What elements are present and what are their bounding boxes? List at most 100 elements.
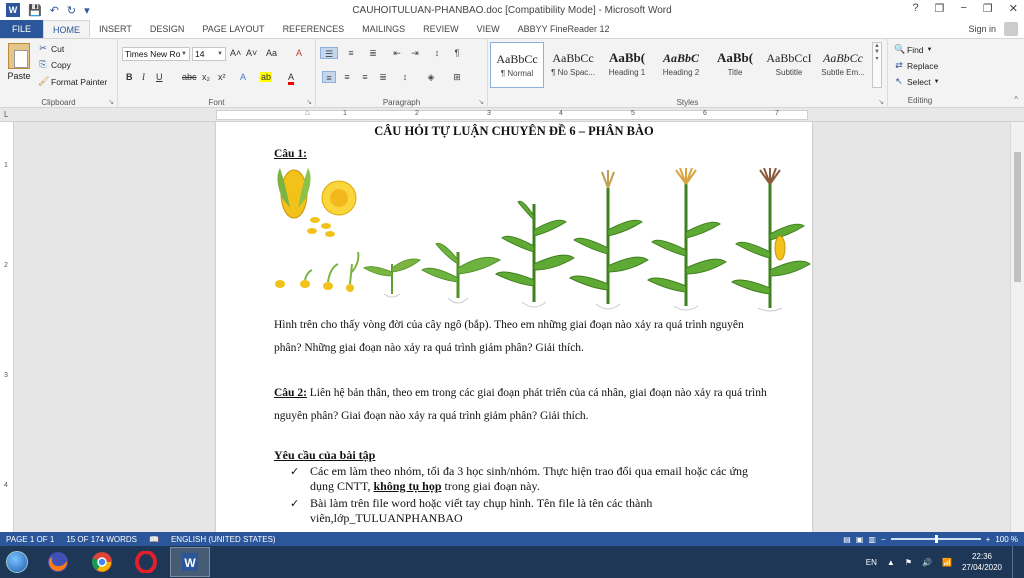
flag-icon[interactable]: ⚑ <box>905 558 912 567</box>
maximize-button[interactable]: ❐ <box>983 2 993 15</box>
clear-formatting-button[interactable]: A <box>296 48 302 58</box>
grow-font-button[interactable]: A˄ <box>230 48 241 58</box>
vertical-ruler[interactable]: 1 2 3 4 <box>0 122 14 532</box>
strikethrough-button[interactable]: abc <box>182 72 197 82</box>
tab-review[interactable]: REVIEW <box>414 20 468 38</box>
zoom-out-icon[interactable]: − <box>881 535 886 544</box>
change-case-button[interactable]: Aa <box>266 48 277 58</box>
line-spacing-button[interactable]: ↕ <box>398 71 412 83</box>
word-count[interactable]: 15 OF 174 WORDS <box>60 535 143 544</box>
style-normal[interactable]: AaBbCc ¶ Normal <box>490 42 544 88</box>
clipboard-launcher-icon[interactable]: ↘ <box>108 98 114 106</box>
collapse-ribbon-icon[interactable]: ^ <box>1014 95 1018 104</box>
shrink-font-button[interactable]: A˅ <box>246 48 257 58</box>
sort-button[interactable]: ↕ <box>430 47 444 59</box>
align-right-button[interactable]: ≡ <box>358 71 372 83</box>
document-page[interactable]: CÂU HỎI TỰ LUẬN CHUYÊN ĐỀ 6 – PHÂN BÀO C… <box>216 122 812 532</box>
show-formatting-button[interactable]: ¶ <box>450 47 464 59</box>
decrease-indent-button[interactable]: ⇤ <box>390 47 404 59</box>
ribbon-display-button[interactable]: ❐ <box>935 2 945 15</box>
tab-design[interactable]: DESIGN <box>141 20 194 38</box>
tab-references[interactable]: REFERENCES <box>274 20 354 38</box>
paste-button[interactable]: Paste <box>4 43 34 81</box>
multilevel-list-button[interactable]: ≣ <box>366 47 380 59</box>
style-subtitle[interactable]: AaBbCcI Subtitle <box>762 42 816 88</box>
text-effects-button[interactable]: A <box>240 72 246 82</box>
zoom-level[interactable]: 100 % <box>995 535 1018 544</box>
find-button[interactable]: 🔍 Find ▼ <box>894 44 933 55</box>
cut-button[interactable]: ✂ Cut <box>38 43 64 54</box>
underline-button[interactable]: U <box>156 72 163 82</box>
horizontal-ruler[interactable]: 1 2 3 4 5 6 7 ⌂ <box>216 108 808 120</box>
sign-in-link[interactable]: Sign in <box>968 20 996 38</box>
avatar[interactable] <box>1004 22 1018 36</box>
style-heading-2[interactable]: AaBbC Heading 2 <box>654 42 708 88</box>
align-left-button[interactable]: ≡ <box>322 71 336 83</box>
copy-button[interactable]: ⎘ Copy <box>38 59 70 70</box>
bullets-button[interactable]: ☰ <box>320 47 338 59</box>
redo-icon[interactable]: ↻ <box>67 4 76 17</box>
numbering-button[interactable]: ≡ <box>344 47 358 59</box>
volume-icon[interactable]: 🔊 <box>922 558 932 567</box>
input-language[interactable]: EN <box>866 558 877 567</box>
increase-indent-button[interactable]: ⇥ <box>408 47 422 59</box>
superscript-button[interactable]: x² <box>218 72 226 82</box>
tab-page-layout[interactable]: PAGE LAYOUT <box>193 20 273 38</box>
close-button[interactable]: ✕ <box>1009 2 1018 15</box>
highlight-button[interactable]: ab <box>260 72 273 82</box>
align-center-button[interactable]: ≡ <box>340 71 354 83</box>
help-button[interactable]: ? <box>912 2 918 15</box>
customize-qat-icon[interactable]: ▾ <box>84 4 90 17</box>
tab-mailings[interactable]: MAILINGS <box>353 20 414 38</box>
tab-abbyy[interactable]: ABBYY FineReader 12 <box>509 20 619 38</box>
taskbar-opera[interactable] <box>126 547 166 577</box>
tab-home[interactable]: HOME <box>43 20 91 38</box>
more-styles-icon[interactable]: ▾ <box>873 55 881 62</box>
save-icon[interactable]: 💾 <box>28 4 42 17</box>
style-no-spacing[interactable]: AaBbCc ¶ No Spac... <box>546 42 600 88</box>
replace-button[interactable]: ⇄ Replace <box>894 60 938 71</box>
page-count[interactable]: PAGE 1 OF 1 <box>0 535 60 544</box>
taskbar-word[interactable]: W <box>170 547 210 577</box>
font-family-combo[interactable]: Times New Ro ▼ <box>122 47 190 61</box>
zoom-slider-thumb[interactable] <box>934 535 938 543</box>
tab-insert[interactable]: INSERT <box>90 20 141 38</box>
taskbar-chrome[interactable] <box>82 547 122 577</box>
style-subtle-emphasis[interactable]: AaBbCc Subtle Em... <box>816 42 870 88</box>
indent-marker-icon[interactable]: ⌂ <box>305 108 310 117</box>
vertical-scrollbar[interactable] <box>1010 122 1024 532</box>
style-title[interactable]: AaBb( Title <box>708 42 762 88</box>
zoom-slider[interactable] <box>890 535 981 543</box>
tab-file[interactable]: FILE <box>0 20 44 38</box>
borders-button[interactable]: ⊞ <box>450 71 464 83</box>
shading-button[interactable]: ◈ <box>424 71 438 83</box>
font-size-combo[interactable]: 14 ▼ <box>192 47 226 61</box>
tab-view[interactable]: VIEW <box>468 20 509 38</box>
read-mode-icon[interactable]: ▤ <box>843 535 851 544</box>
print-layout-icon[interactable]: ▣ <box>856 535 864 544</box>
style-heading-1[interactable]: AaBb( Heading 1 <box>600 42 654 88</box>
font-launcher-icon[interactable]: ↘ <box>306 98 312 106</box>
minimize-button[interactable]: − <box>960 2 966 15</box>
styles-gallery-scroll[interactable]: ▲ ▼ ▾ <box>872 42 882 88</box>
show-hidden-icons-icon[interactable]: ▲ <box>887 558 895 567</box>
scrollbar-thumb[interactable] <box>1014 152 1021 282</box>
justify-button[interactable]: ≣ <box>376 71 390 83</box>
font-color-button[interactable]: A <box>288 72 295 85</box>
bold-button[interactable]: B <box>126 72 133 82</box>
styles-launcher-icon[interactable]: ↘ <box>878 98 884 106</box>
zoom-in-icon[interactable]: + <box>986 535 991 544</box>
tab-selector-icon[interactable]: L <box>4 110 8 119</box>
format-painter-button[interactable]: 🖌 Format Painter <box>38 76 107 87</box>
paragraph-launcher-icon[interactable]: ↘ <box>478 98 484 106</box>
clock[interactable]: 22:36 27/04/2020 <box>962 551 1002 573</box>
word-app-icon[interactable]: W <box>6 3 20 17</box>
select-button[interactable]: ↖ Select ▼ <box>894 76 939 87</box>
taskbar-firefox[interactable] <box>38 547 78 577</box>
show-desktop-button[interactable] <box>1012 546 1020 578</box>
proofing-icon[interactable]: 📖 <box>143 535 165 544</box>
network-icon[interactable]: 📶 <box>942 558 952 567</box>
italic-button[interactable]: I <box>142 72 145 82</box>
start-button[interactable] <box>0 547 34 577</box>
language-indicator[interactable]: ENGLISH (UNITED STATES) <box>165 535 282 544</box>
